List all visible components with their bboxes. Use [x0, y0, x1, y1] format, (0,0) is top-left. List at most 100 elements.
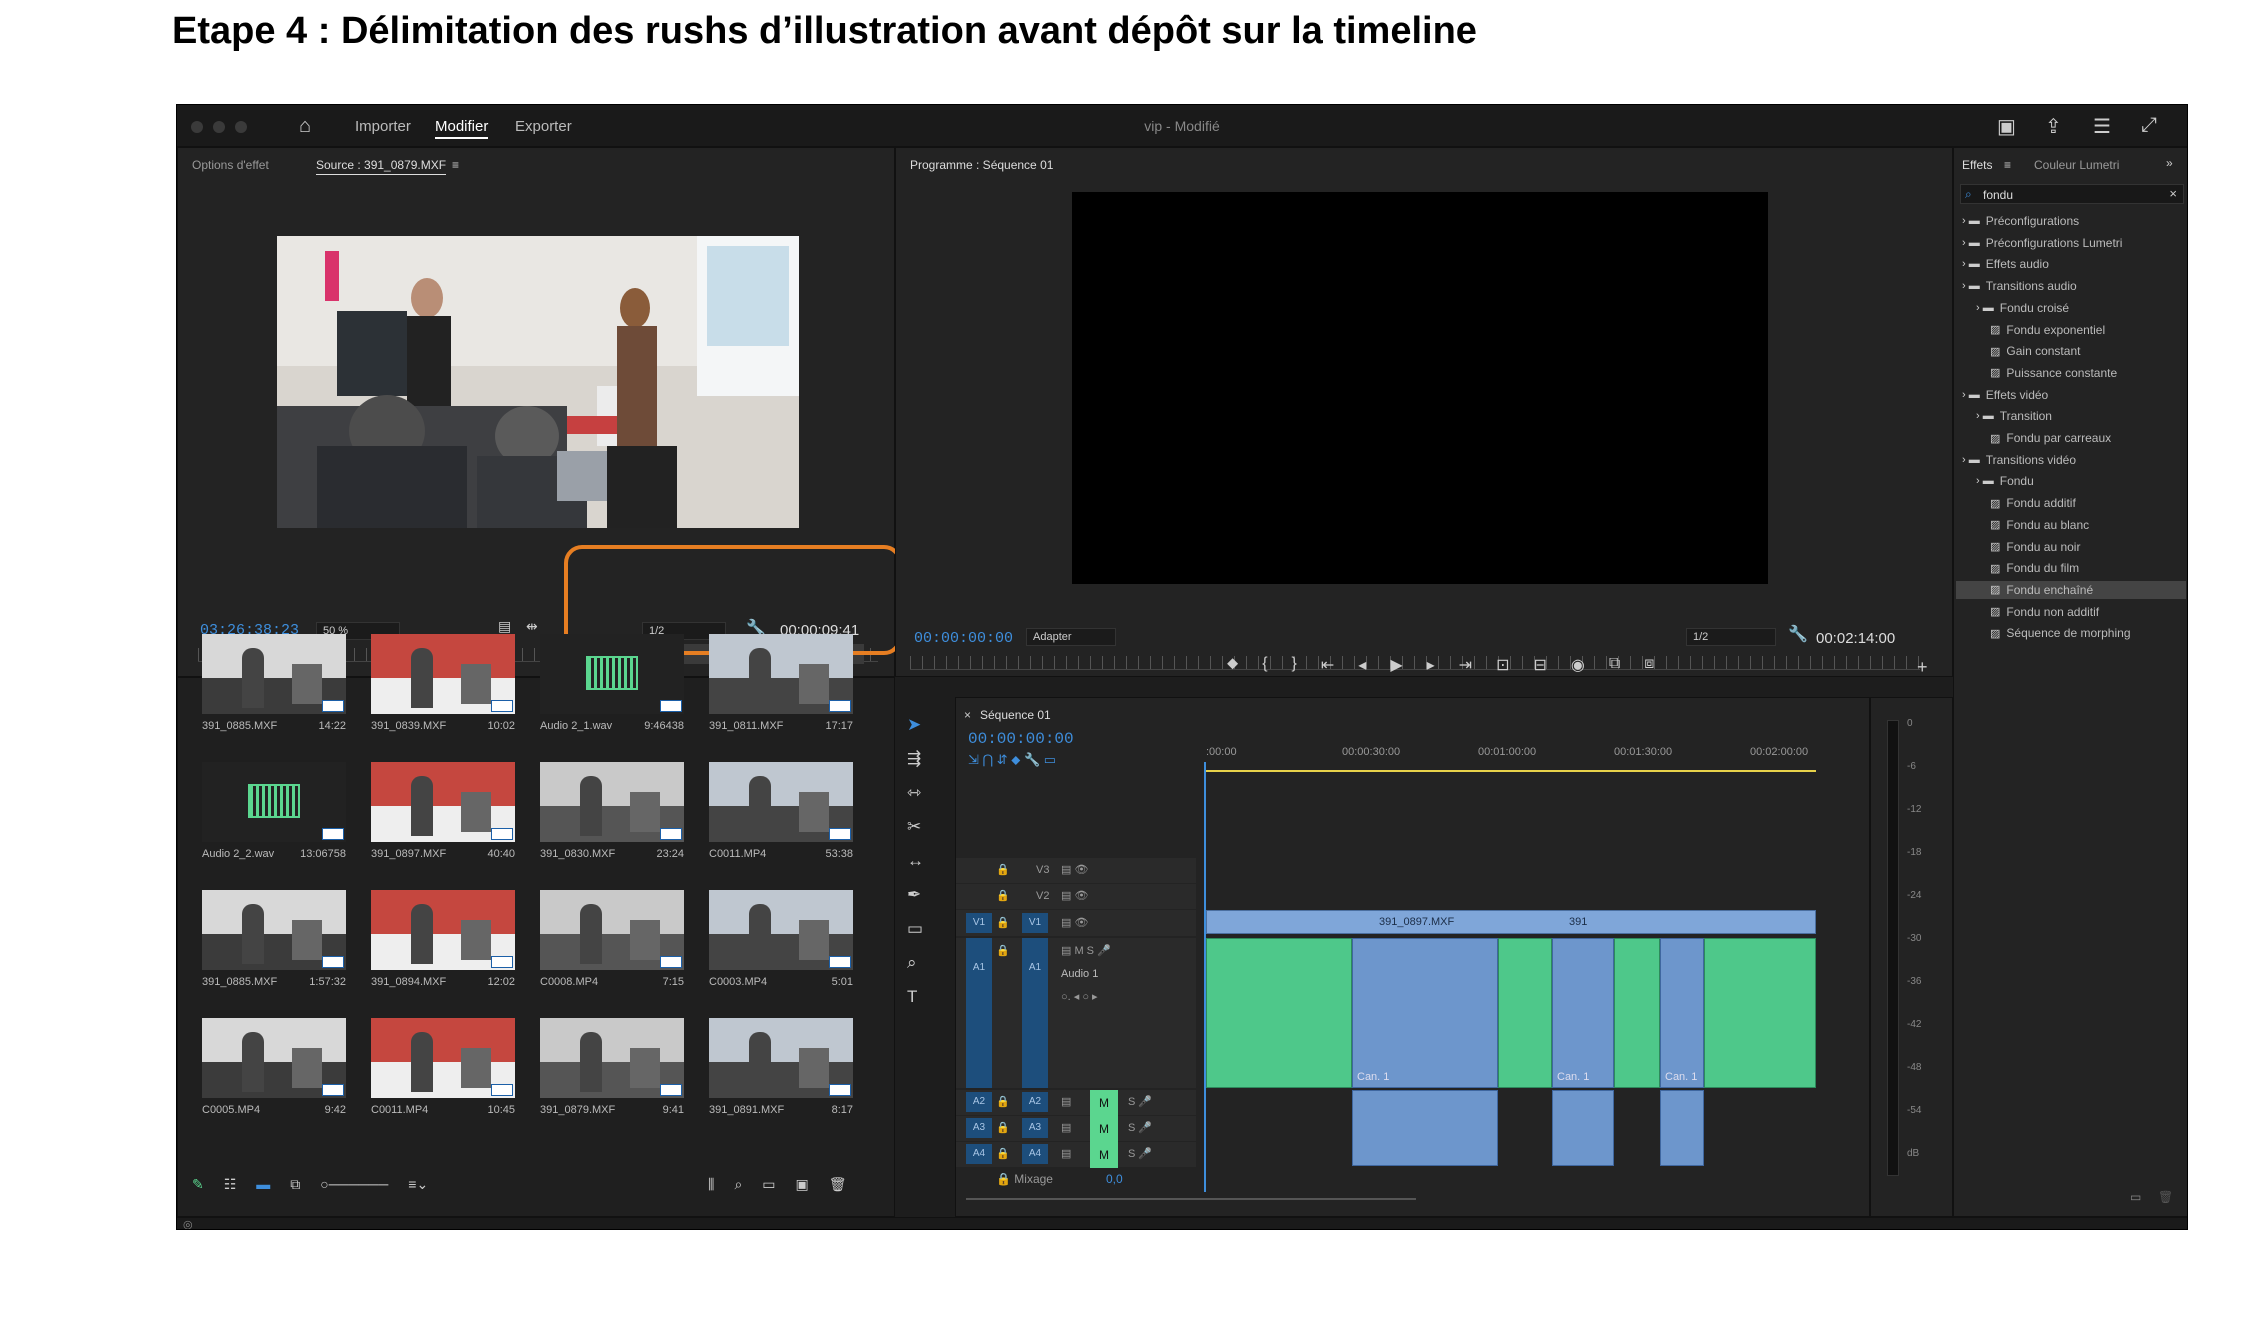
sequence-timecode[interactable]: 00:00:00:00 [968, 730, 1074, 748]
a1-clip[interactable] [1614, 938, 1660, 1088]
clear-search-icon[interactable]: × [2169, 186, 2177, 201]
timeline-tools[interactable]: ⇲ ⋂ ⇵ ⬥ 🔧 ▭ [968, 752, 1056, 768]
effects-menu-icon[interactable]: ≡ [2004, 158, 2011, 172]
a2-a4-clip[interactable] [1660, 1090, 1704, 1166]
pencil-icon[interactable]: ✎ [192, 1176, 204, 1193]
program-fit-select[interactable]: Adapter [1026, 628, 1116, 646]
effects-folder[interactable]: › ▬ Transitions audio [1962, 279, 2077, 293]
effects-item[interactable]: ▨ Fondu au noir [1990, 540, 2080, 554]
track-select-icon[interactable]: ⇶ [907, 749, 924, 769]
effects-folder[interactable]: › ▬ Fondu croisé [1976, 301, 2069, 315]
a1-clip[interactable]: Can. 1 [1352, 938, 1498, 1088]
track-v2[interactable]: V2 🔒 ▤ 👁 [956, 884, 1196, 909]
icon-view-icon[interactable]: ▬ [256, 1176, 270, 1193]
tab-effects[interactable]: Effets [1962, 158, 1992, 174]
drag-video-icon[interactable]: ⇹ [526, 618, 538, 635]
a1-clip[interactable] [1206, 938, 1352, 1088]
track-a3[interactable]: A3 A3 🔒 ▤ M S 🎤 [956, 1116, 1196, 1142]
track-a2[interactable]: A2 A2 🔒 ▤ M S 🎤 [956, 1090, 1196, 1116]
timeline-scrollbar[interactable] [966, 1198, 1416, 1200]
sort-icon[interactable]: ≡⌄ [408, 1176, 428, 1193]
a1-clip[interactable] [1704, 938, 1816, 1088]
automate-icon[interactable]: ⫼ [708, 1176, 714, 1193]
proxy-icon[interactable]: ⧈ [1644, 655, 1654, 675]
audio-waveform-thumb[interactable] [540, 634, 684, 714]
hand-icon[interactable]: ⌕ [907, 953, 924, 973]
rectangle-icon[interactable]: ▭ [907, 919, 924, 939]
list-view-icon[interactable]: ☷ [224, 1176, 237, 1193]
a2-a4-clip[interactable] [1352, 1090, 1498, 1166]
effects-item[interactable]: ▨ Fondu exponentiel [1990, 323, 2105, 337]
effects-item[interactable]: ▨ Fondu additif [1990, 496, 2076, 510]
effects-folder[interactable]: › ▬ Fondu [1976, 474, 2034, 488]
clip-thumbnail[interactable] [202, 1018, 346, 1098]
delete-footer-icon[interactable]: 🗑 [2158, 1190, 2173, 1204]
effects-item[interactable]: ▨ Puissance constante [1990, 366, 2117, 380]
effects-item[interactable]: ▨ Fondu du film [1990, 561, 2079, 575]
expand-panels-icon[interactable]: » [2166, 156, 2173, 170]
clip-thumbnail[interactable] [202, 890, 346, 970]
work-area-bar[interactable] [1206, 770, 1816, 772]
clip-thumbnail[interactable] [371, 634, 515, 714]
trash-icon[interactable]: 🗑 [829, 1176, 847, 1193]
effects-folder[interactable]: › ▬ Transition [1976, 409, 2052, 423]
clip-thumbnail[interactable] [540, 890, 684, 970]
v1-clip-strip[interactable]: 391_0897.MXF 391 [1206, 910, 1816, 934]
effects-search-field[interactable]: ⌕ fondu × [1960, 184, 2184, 204]
track-a4[interactable]: A4 A4 🔒 ▤ M S 🎤 [956, 1142, 1196, 1168]
tab-program[interactable]: Programme : Séquence 01 [910, 158, 1053, 174]
effects-item[interactable]: ▨ Fondu enchaîné [1990, 583, 2093, 597]
a4-mute-button[interactable]: M [1090, 1142, 1118, 1168]
pen-icon[interactable]: ✒ [907, 885, 924, 905]
zoom-slider[interactable]: ○────── [320, 1176, 388, 1193]
program-wrench-icon[interactable]: 🔧 [1788, 624, 1808, 644]
settings-export-icon[interactable]: ▤ [498, 618, 511, 635]
effects-item[interactable]: ▨ Fondu non additif [1990, 605, 2099, 619]
fullscreen-icon[interactable]: ⤢ [2141, 114, 2157, 137]
a1-source-patch[interactable]: A1 [966, 938, 992, 1088]
tab-effect-options[interactable]: Options d'effet [192, 158, 269, 172]
find-icon[interactable]: ⌕ [734, 1176, 742, 1193]
clip-thumbnail[interactable] [540, 762, 684, 842]
mark-out-icon[interactable]: } [1292, 655, 1297, 675]
clip-thumbnail[interactable] [709, 634, 853, 714]
track-v3[interactable]: V3 🔒 ▤ 👁 [956, 858, 1196, 883]
share-icon[interactable]: ⇪ [2045, 114, 2062, 139]
program-timecode[interactable]: 00:00:00:00 [914, 630, 1013, 647]
close-sequence-icon[interactable]: × [964, 708, 971, 722]
effects-item[interactable]: ▨ Fondu au blanc [1990, 518, 2089, 532]
new-item-icon[interactable]: ▣ [796, 1176, 809, 1193]
tab-source[interactable]: Source : 391_0879.MXF [316, 158, 447, 175]
effects-folder[interactable]: › ▬ Effets audio [1962, 257, 2049, 271]
a1-clip[interactable] [1498, 938, 1552, 1088]
new-bin-icon[interactable]: ▭ [762, 1176, 775, 1193]
marker-icon[interactable]: ⬥ [1227, 655, 1238, 675]
clip-thumbnail[interactable] [371, 890, 515, 970]
razor-icon[interactable]: ✂ [907, 817, 924, 837]
a2-mute-button[interactable]: M [1090, 1090, 1118, 1116]
type-icon[interactable]: T [907, 987, 924, 1007]
menu-icon[interactable]: ☰ [2093, 114, 2111, 139]
freeform-view-icon[interactable]: ⧉ [290, 1176, 300, 1193]
play-icon[interactable]: ▶ [1390, 655, 1402, 675]
effects-item[interactable]: ▨ Fondu par carreaux [1990, 431, 2111, 445]
clip-thumbnail[interactable] [202, 634, 346, 714]
go-to-in-icon[interactable]: ⇤ [1321, 655, 1334, 675]
clip-thumbnail[interactable] [709, 1018, 853, 1098]
mark-in-icon[interactable]: { [1262, 655, 1267, 675]
a3-mute-button[interactable]: M [1090, 1116, 1118, 1142]
step-forward-icon[interactable]: ▸ [1427, 655, 1435, 675]
selection-tool-icon[interactable]: ➤ [907, 715, 924, 735]
slip-icon[interactable]: ↔ [907, 851, 924, 871]
go-to-out-icon[interactable]: ⇥ [1459, 655, 1472, 675]
effects-folder[interactable]: › ▬ Préconfigurations Lumetri [1962, 236, 2122, 250]
step-back-icon[interactable]: ◂ [1358, 655, 1366, 675]
add-button-icon[interactable]: + [1917, 657, 1928, 678]
a1-target[interactable]: A1 [1022, 938, 1048, 1088]
new-bin-footer-icon[interactable]: ▭ [2130, 1190, 2141, 1204]
effects-folder[interactable]: › ▬ Préconfigurations [1962, 214, 2079, 228]
panel-layout-icon[interactable]: ▣ [1997, 114, 2016, 139]
effects-folder[interactable]: › ▬ Transitions vidéo [1962, 453, 2076, 467]
effects-item[interactable]: ▨ Gain constant [1990, 344, 2080, 358]
a2-a4-clip[interactable] [1552, 1090, 1614, 1166]
